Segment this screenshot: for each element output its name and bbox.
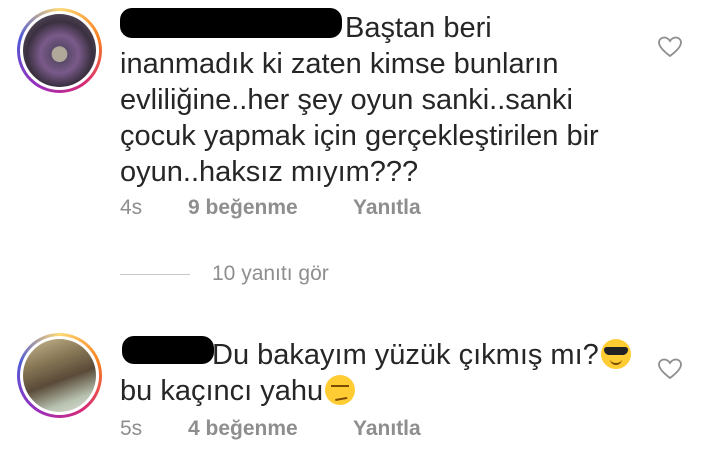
divider-line — [120, 273, 190, 275]
likes-count[interactable]: 9 beğenme — [188, 196, 353, 220]
avatar-image — [23, 14, 96, 87]
avatar[interactable] — [17, 8, 102, 93]
reply-button[interactable]: Yanıtla — [353, 417, 421, 441]
reply-button[interactable]: Yanıtla — [353, 196, 421, 220]
comment-text-second-line: bu kaçıncı yahu — [120, 375, 324, 407]
avatar[interactable] — [17, 333, 102, 418]
comment-time: 5s — [120, 417, 143, 440]
smirk-emoji — [325, 375, 356, 405]
comment-meta: 4s 9 beğenme Yanıtla — [120, 196, 421, 220]
sunglasses-emoji — [600, 339, 631, 369]
comment-text-first-line: Du bakayım yüzük çıkmış mı? — [212, 339, 599, 371]
heart-outline-icon[interactable] — [658, 358, 682, 380]
comment-text: Du bakayım yüzük çıkmış mı? bu kaçıncı y… — [120, 337, 640, 409]
heart-outline-icon[interactable] — [658, 36, 682, 58]
comment-text-first-line: Baştan beri — [345, 12, 492, 44]
avatar-image — [23, 339, 96, 412]
comment-meta: 5s 4 beğenme Yanıtla — [120, 417, 421, 441]
comment-text: Baştan beri inanmadık ki zaten kimse bun… — [120, 10, 640, 190]
comment: Baştan beri inanmadık ki zaten kimse bun… — [0, 0, 715, 250]
view-replies-label[interactable]: 10 yanıtı gör — [212, 262, 329, 286]
comment-time: 4s — [120, 196, 143, 219]
comment-text-body: inanmadık ki zaten kimse bunların evlili… — [120, 48, 599, 188]
comment: Du bakayım yüzük çıkmış mı? bu kaçıncı y… — [0, 318, 715, 455]
view-replies-toggle[interactable]: 10 yanıtı gör — [120, 262, 329, 286]
likes-count[interactable]: 4 beğenme — [188, 417, 353, 441]
